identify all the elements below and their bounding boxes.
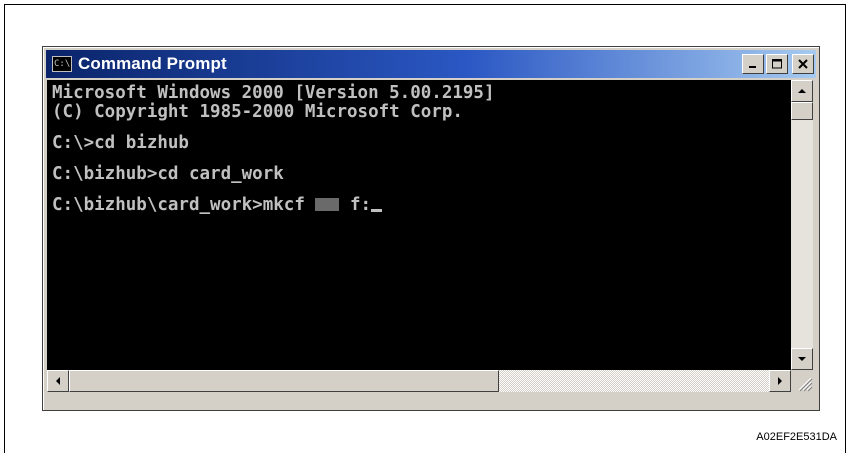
horizontal-scroll-thumb[interactable] [69, 370, 499, 392]
command-prompt-text: C:\bizhub\card_work>mkcf [52, 195, 305, 215]
maximize-icon [771, 59, 782, 69]
resize-grip[interactable] [791, 370, 813, 392]
console-line: (C) Copyright 1985-2000 Microsoft Corp. [52, 102, 463, 122]
redacted-argument [315, 198, 340, 211]
scroll-down-button[interactable] [791, 348, 813, 370]
scroll-up-button[interactable] [791, 80, 813, 102]
vertical-scrollbar[interactable] [791, 80, 813, 370]
caption-buttons [742, 54, 814, 74]
console-output[interactable]: Microsoft Windows 2000 [Version 5.00.219… [47, 80, 791, 370]
drive-argument: f: [349, 195, 372, 215]
console-line: Microsoft Windows 2000 [Version 5.00.219… [52, 83, 495, 103]
scroll-left-button[interactable] [47, 370, 69, 392]
vertical-scroll-thumb[interactable] [791, 102, 813, 120]
current-command-line: C:\bizhub\card_work>mkcf f: [52, 196, 791, 215]
arrow-right-icon [778, 377, 782, 385]
arrow-up-icon [798, 89, 806, 93]
minimize-icon [749, 66, 756, 68]
close-button[interactable] [792, 54, 814, 74]
command-prompt-window: C:\ Command Prompt Microsoft Windows 200… [42, 46, 820, 411]
console-line: C:\>cd bizhub [52, 133, 189, 153]
figure-id-label: A02EF2E531DA [756, 431, 837, 443]
maximize-button[interactable] [766, 54, 788, 74]
console-icon[interactable]: C:\ [52, 56, 72, 72]
resize-grip-icon [798, 377, 813, 392]
text-cursor [371, 209, 383, 212]
minimize-button[interactable] [742, 54, 764, 74]
scroll-right-button[interactable] [769, 370, 791, 392]
console-line: C:\bizhub>cd card_work [52, 164, 284, 184]
title-bar[interactable]: C:\ Command Prompt [46, 50, 816, 78]
window-title: Command Prompt [78, 54, 227, 73]
close-icon [798, 59, 808, 69]
arrow-down-icon [798, 357, 806, 361]
horizontal-scrollbar[interactable] [47, 370, 791, 392]
arrow-left-icon [56, 377, 60, 385]
